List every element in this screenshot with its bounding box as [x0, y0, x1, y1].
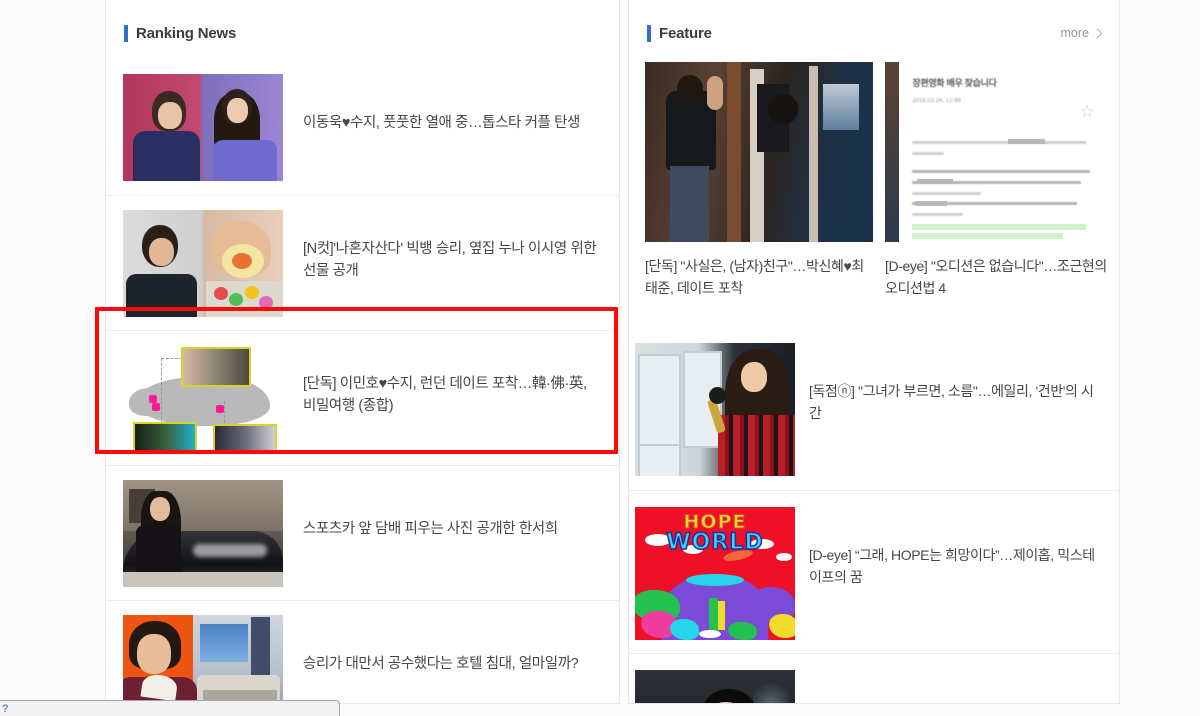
feature-top-item-1[interactable]: [단독] "사실은, (남자)친구"…박신혜♥최태준, 데이트 포착: [645, 62, 873, 299]
ranking-item-2[interactable]: [N컷]'나혼자산다' 빅뱅 승리, 옆집 누나 이시영 위한 선물 공개: [106, 195, 619, 330]
feature-header: Feature more: [629, 0, 1119, 48]
feature-top-item-1-title[interactable]: [단독] "사실은, (남자)친구"…박신혜♥최태준, 데이트 포착: [645, 256, 873, 299]
feature-top-item-2[interactable]: 장편영화 배우 찾습니다 2016.03.24. 12:48 ☆ [D-eye]…: [885, 62, 1113, 299]
feature-list: [독점ⓝ] "그녀가 부르면, 소름"…에일리, '건반'의 시간 HOPE W…: [629, 327, 1119, 703]
chevron-right-icon: [1092, 28, 1103, 38]
ranking-news-title: Ranking News: [136, 24, 237, 42]
accent-bar: [124, 24, 128, 42]
feature-list-item-1[interactable]: [독점ⓝ] "그녀가 부르면, 소름"…에일리, '건반'의 시간: [629, 327, 1119, 490]
feature-title: Feature: [659, 24, 712, 42]
bottom-input-widget[interactable]: ?: [0, 700, 340, 716]
document-thumb-date: 2016.03.24. 12:48: [912, 98, 961, 104]
ranking-item-1-title[interactable]: 이동욱♥수지, 풋풋한 열애 중…톱스타 커플 탄생: [303, 112, 580, 134]
ranking-news-card: Ranking News 이동욱♥수지, 풋풋한 열애 중…톱스타 커플 탄생: [105, 0, 620, 704]
star-icon: ☆: [1079, 101, 1095, 121]
feature-list-item-2-thumbnail[interactable]: HOPE WORLD: [635, 507, 795, 641]
ranking-item-2-thumbnail[interactable]: [123, 210, 283, 317]
ranking-item-4[interactable]: 스포츠카 앞 담배 피우는 사진 공개한 한서희: [106, 465, 619, 600]
ranking-item-5[interactable]: 승리가 대만서 공수했다는 호텔 침대, 얼마일까?: [106, 600, 619, 703]
feature-more-label: more: [1060, 26, 1089, 40]
feature-list-item-3[interactable]: [@스토리] "따라할 수 없다"…태민, '무브'의 결정판: [629, 653, 1119, 703]
ranking-item-3[interactable]: [단독] 이민호♥수지, 런던 데이트 포착…韓·佛·英, 비밀여행 (종합): [106, 330, 619, 465]
feature-more-link[interactable]: more: [1060, 26, 1103, 40]
ranking-item-4-title[interactable]: 스포츠카 앞 담배 피우는 사진 공개한 한서희: [303, 518, 558, 540]
document-thumb-title: 장편영화 배우 찾습니다: [912, 78, 997, 89]
ranking-item-4-thumbnail[interactable]: [123, 480, 283, 587]
feature-card: Feature more [단독] "사실은, (남자)친구"…박신혜♥최태준,…: [628, 0, 1120, 704]
feature-top-item-1-thumbnail[interactable]: [645, 62, 873, 242]
page-root: Ranking News 이동욱♥수지, 풋풋한 열애 중…톱스타 커플 탄생: [0, 0, 1200, 716]
ranking-item-1-thumbnail[interactable]: [123, 74, 283, 181]
ranking-item-1[interactable]: 이동욱♥수지, 풋풋한 열애 중…톱스타 커플 탄생: [106, 60, 619, 195]
ranking-news-header: Ranking News: [106, 0, 619, 48]
feature-list-item-2-title[interactable]: [D-eye] “그래, HOPE는 희망이다”…제이홉, 믹스테이프의 꿈: [809, 545, 1103, 588]
world-text: WORLD: [666, 529, 764, 556]
ranking-item-5-thumbnail[interactable]: [123, 615, 283, 703]
ranking-item-3-title[interactable]: [단독] 이민호♥수지, 런던 데이트 포착…韓·佛·英, 비밀여행 (종합): [303, 373, 603, 418]
ranking-news-list: 이동욱♥수지, 풋풋한 열애 중…톱스타 커플 탄생 [N컷]'나혼자산다' 빅…: [106, 60, 619, 703]
ranking-item-5-title[interactable]: 승리가 대만서 공수했다는 호텔 침대, 얼마일까?: [303, 653, 579, 675]
bottom-input-text: ?: [2, 703, 9, 715]
feature-list-item-3-thumbnail[interactable]: [635, 670, 795, 703]
accent-bar: [647, 24, 651, 42]
feature-top-item-2-thumbnail[interactable]: 장편영화 배우 찾습니다 2016.03.24. 12:48 ☆: [885, 62, 1113, 242]
ranking-item-3-thumbnail[interactable]: [123, 345, 283, 452]
feature-top-item-2-title[interactable]: [D-eye] "오디션은 없습니다"…조근현의 오디션법 4: [885, 256, 1113, 299]
feature-list-item-1-title[interactable]: [독점ⓝ] "그녀가 부르면, 소름"…에일리, '건반'의 시간: [809, 381, 1103, 424]
ranking-item-2-title[interactable]: [N컷]'나혼자산다' 빅뱅 승리, 옆집 누나 이시영 위한 선물 공개: [303, 238, 603, 283]
feature-list-item-1-thumbnail[interactable]: [635, 343, 795, 477]
feature-top-grid: [단독] "사실은, (남자)친구"…박신혜♥최태준, 데이트 포착 장편영화 …: [629, 48, 1119, 299]
feature-list-item-2[interactable]: HOPE WORLD [D-eye] “그래, HOPE는 희망이다”…제이홉,…: [629, 490, 1119, 653]
